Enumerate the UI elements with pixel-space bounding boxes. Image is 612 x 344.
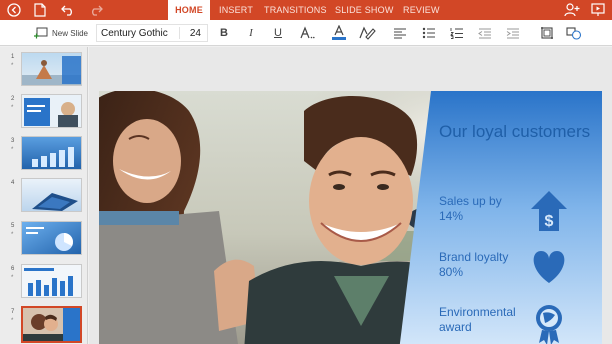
- increase-indent-icon: [506, 28, 519, 39]
- file-icon[interactable]: [32, 2, 48, 18]
- undo-icon[interactable]: [60, 2, 76, 18]
- thumbnail-number: 1: [11, 54, 15, 60]
- share-add-person-icon[interactable]: [564, 2, 580, 18]
- numbering-icon: [450, 28, 463, 39]
- powerpoint-app: HOME INSERT TRANSITIONS SLIDE SHOW REVIE…: [0, 0, 612, 344]
- stat-value[interactable]: 14%: [439, 209, 539, 224]
- font-color-icon: [332, 25, 346, 40]
- thumbnail-5-image: [22, 222, 81, 254]
- bullets-button[interactable]: [421, 24, 437, 42]
- new-slide-icon: [33, 27, 48, 39]
- slide-thumbnail-rail[interactable]: 1 * 2 * 3 * 4 5 * 6 * 7 *: [0, 47, 88, 344]
- decrease-indent-button[interactable]: [477, 24, 493, 42]
- tab-insert[interactable]: INSERT: [219, 0, 253, 20]
- stat-label[interactable]: Environmental: [439, 305, 539, 320]
- tab-slide-show[interactable]: SLIDE SHOW: [335, 0, 394, 20]
- slide-title[interactable]: Our loyal customers: [439, 121, 599, 142]
- home-ribbon: New Slide Century Gothic 24 B I U: [0, 20, 612, 46]
- thumbnail-number: 3: [11, 138, 15, 144]
- stat-value[interactable]: 80%: [439, 265, 539, 280]
- thumbnail-7-image: [23, 308, 80, 341]
- increase-indent-button[interactable]: [505, 24, 521, 42]
- thumbnail-4-image: [22, 179, 81, 211]
- slide-thumbnail-2[interactable]: [21, 94, 82, 128]
- slide-thumbnail-1[interactable]: [21, 52, 82, 86]
- font-color-button[interactable]: [330, 24, 348, 42]
- shapes-button[interactable]: [564, 24, 584, 42]
- thumbnail-2-image: [22, 95, 81, 127]
- svg-text:$: $: [545, 213, 554, 230]
- align-left-icon: [394, 28, 406, 39]
- slide-editing-canvas[interactable]: $ Our loyal customers Sales up by 14% Br…: [89, 47, 612, 344]
- thumbnail-transition-star: *: [11, 147, 14, 153]
- font-name-value: Century Gothic: [101, 28, 168, 39]
- decrease-indent-icon: [478, 28, 491, 39]
- slide-thumbnail-7[interactable]: [21, 306, 82, 343]
- arrange-icon: [541, 27, 553, 39]
- current-slide[interactable]: $ Our loyal customers Sales up by 14% Br…: [99, 91, 602, 344]
- font-name-field[interactable]: Century Gothic 24: [96, 24, 208, 42]
- thumbnail-number: 5: [11, 223, 15, 229]
- text-effects-button[interactable]: [298, 24, 316, 42]
- bold-button[interactable]: B: [216, 24, 232, 42]
- thumbnail-number: 7: [11, 309, 15, 315]
- new-slide-label: New Slide: [51, 28, 88, 38]
- thumbnail-number: 6: [11, 266, 15, 272]
- italic-button[interactable]: I: [243, 24, 259, 42]
- font-field-divider: [179, 27, 180, 39]
- slide-thumbnail-5[interactable]: [21, 221, 82, 255]
- new-slide-button[interactable]: New Slide: [32, 24, 90, 42]
- arrange-button[interactable]: [538, 24, 556, 42]
- thumbnail-6-image: [22, 265, 81, 297]
- numbering-button[interactable]: [449, 24, 465, 42]
- present-icon[interactable]: [590, 2, 606, 18]
- underline-button[interactable]: U: [270, 24, 286, 42]
- stat-value[interactable]: award: [439, 320, 539, 335]
- back-icon[interactable]: [6, 2, 22, 18]
- stat-label[interactable]: Brand loyalty: [439, 250, 539, 265]
- title-tab-bar: HOME INSERT TRANSITIONS SLIDE SHOW REVIE…: [0, 0, 612, 20]
- text-effects-icon: [300, 26, 315, 39]
- tab-home[interactable]: HOME: [168, 0, 210, 20]
- highlighter-icon: [359, 26, 376, 40]
- shapes-icon: [566, 27, 582, 40]
- slide-thumbnail-6[interactable]: [21, 264, 82, 298]
- thumbnail-transition-star: *: [11, 318, 14, 324]
- bullets-icon: [422, 27, 435, 39]
- stat-label[interactable]: Sales up by: [439, 194, 539, 209]
- tab-review[interactable]: REVIEW: [403, 0, 440, 20]
- thumbnail-3-image: [22, 137, 81, 169]
- slide-thumbnail-3[interactable]: [21, 136, 82, 170]
- highlighter-button[interactable]: [357, 24, 377, 42]
- thumbnail-transition-star: *: [11, 275, 14, 281]
- thumbnail-transition-star: *: [11, 63, 14, 69]
- align-left-button[interactable]: [392, 24, 408, 42]
- font-size-value[interactable]: 24: [190, 28, 201, 39]
- thumbnail-number: 2: [11, 96, 15, 102]
- slide-thumbnail-4[interactable]: [21, 178, 82, 212]
- thumbnail-1-image: [22, 53, 81, 85]
- redo-icon[interactable]: [88, 2, 104, 18]
- thumbnail-transition-star: *: [11, 232, 14, 238]
- thumbnail-transition-star: *: [11, 105, 14, 111]
- thumbnail-number: 4: [11, 180, 15, 186]
- tab-transitions[interactable]: TRANSITIONS: [264, 0, 327, 20]
